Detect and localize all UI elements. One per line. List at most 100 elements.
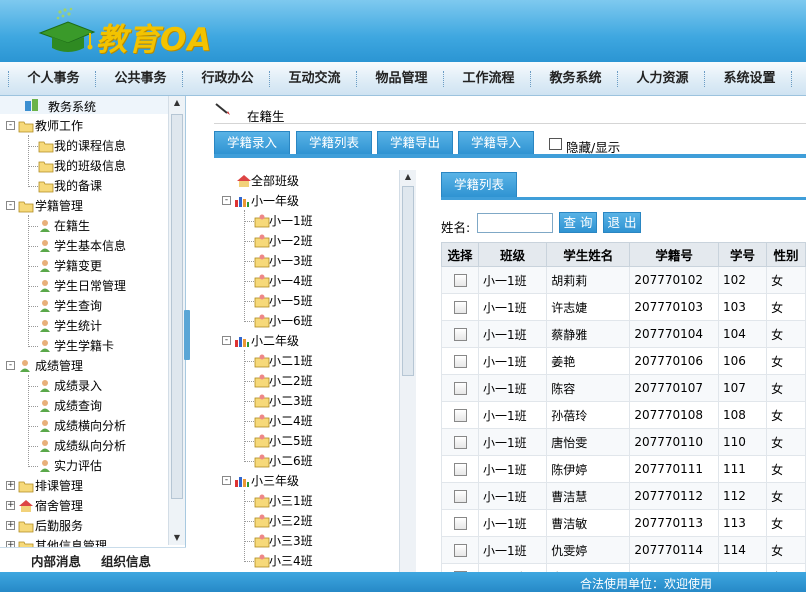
tab-student-import[interactable]: 学籍导入 [458, 131, 534, 155]
organization-info-link[interactable]: 组织信息 [101, 551, 151, 570]
sidebar-root[interactable]: 教务系统 [0, 96, 168, 114]
row-checkbox[interactable] [453, 274, 467, 287]
class-tree-class[interactable]: 小二1班 [269, 352, 313, 370]
row-checkbox[interactable] [453, 490, 467, 503]
sidebar-item[interactable]: 我的班级信息 [54, 157, 126, 175]
class-tree-class[interactable]: 小一5班 [269, 292, 313, 310]
sidebar-item[interactable]: 成绩录入 [54, 377, 102, 395]
class-tree-class[interactable]: 小一6班 [269, 312, 313, 330]
class-tree-class[interactable]: 小一3班 [269, 252, 313, 270]
table-row[interactable]: 小一1班 曹洁慧 207770112 112 女 [441, 482, 806, 510]
table-row[interactable]: 小一1班 胡莉莉 207770102 102 女 [441, 266, 806, 294]
expand-icon[interactable]: + [6, 481, 15, 490]
class-tree-class[interactable]: 小二2班 [269, 372, 313, 390]
nav-item[interactable]: 行政办公 [184, 62, 271, 96]
class-tree-root[interactable]: 全部班级 [251, 172, 299, 190]
class-tree-class[interactable]: 小二3班 [269, 392, 313, 410]
tab-student-list[interactable]: 学籍列表 [296, 131, 372, 155]
search-button[interactable]: 查 询 [559, 212, 597, 233]
row-checkbox[interactable] [453, 409, 467, 422]
nav-item[interactable]: 教务系统 [532, 62, 619, 96]
table-row[interactable]: 小一1班 蔡静雅 207770104 104 女 [441, 320, 806, 348]
sidebar-item[interactable]: 我的课程信息 [54, 137, 126, 155]
name-search-input[interactable] [477, 213, 553, 233]
sidebar-item[interactable]: 学籍变更 [54, 257, 102, 275]
panel-toggle-icon[interactable] [549, 138, 562, 150]
tab-student-export[interactable]: 学籍导出 [377, 131, 453, 155]
sidebar-item[interactable]: 学生基本信息 [54, 237, 126, 255]
class-tree-scrollbar[interactable]: ▲ [399, 170, 416, 572]
row-checkbox[interactable] [453, 517, 467, 530]
collapse-icon[interactable]: - [222, 476, 231, 485]
class-tree-class[interactable]: 小三1班 [269, 492, 313, 510]
sidebar-item[interactable]: 成绩查询 [54, 397, 102, 415]
expand-icon[interactable]: + [6, 521, 15, 530]
student-list-tab[interactable]: 学籍列表 [441, 172, 517, 198]
nav-item[interactable]: 系统设置 [706, 62, 793, 96]
nav-item[interactable]: 工作流程 [445, 62, 532, 96]
table-row[interactable]: 小一1班 陈容 207770107 107 女 [441, 374, 806, 402]
collapse-icon[interactable]: - [222, 336, 231, 345]
table-row[interactable]: 小一1班 仇雯婷 207770114 114 女 [441, 536, 806, 564]
class-tree-class[interactable]: 小二5班 [269, 432, 313, 450]
nav-item[interactable]: 公共事务 [97, 62, 184, 96]
sidebar-item[interactable]: 成绩横向分析 [54, 417, 126, 435]
class-tree-scroll-thumb[interactable] [402, 186, 414, 376]
table-row[interactable]: 小一1班 陈伊婷 207770111 111 女 [441, 455, 806, 483]
sidebar-item[interactable]: 实力评估 [54, 457, 102, 475]
class-tree-class[interactable]: 小三4班 [269, 552, 313, 570]
nav-item[interactable]: 人力资源 [619, 62, 706, 96]
class-tree-grade[interactable]: 小二年级 [251, 332, 299, 350]
nav-item[interactable]: 个人事务 [10, 62, 97, 96]
tab-student-entry[interactable]: 学籍录入 [214, 131, 290, 155]
class-tree-grade[interactable]: 小一年级 [251, 192, 299, 210]
sidebar-group[interactable]: 成绩管理 [35, 357, 83, 375]
collapse-icon[interactable]: - [6, 361, 15, 370]
row-checkbox[interactable] [453, 463, 467, 476]
sidebar-group[interactable]: 排课管理 [35, 477, 83, 495]
hide-show-toggle[interactable]: 隐藏/显示 [566, 137, 620, 156]
table-row[interactable]: 小一1班 孙蓓玲 207770108 108 女 [441, 401, 806, 429]
class-tree-class[interactable]: 小一2班 [269, 232, 313, 250]
expand-icon[interactable]: + [6, 501, 15, 510]
table-row[interactable]: 小一1班 曹洁敏 207770113 113 女 [441, 509, 806, 537]
scroll-up-icon[interactable]: ▲ [402, 170, 414, 184]
sidebar-scrollbar[interactable]: ▲ ▼ [168, 96, 185, 545]
sidebar-item[interactable]: 在籍生 [54, 217, 90, 235]
row-checkbox[interactable] [453, 544, 467, 557]
table-row[interactable]: 小一1班 许志婕 207770103 103 女 [441, 293, 806, 321]
sidebar-scroll-thumb[interactable] [171, 114, 183, 499]
class-tree-class[interactable]: 小一1班 [269, 212, 313, 230]
sidebar-item[interactable]: 我的备课 [54, 177, 102, 195]
row-checkbox[interactable] [453, 382, 467, 395]
sidebar-item[interactable]: 学生查询 [54, 297, 102, 315]
sidebar-item[interactable]: 学生统计 [54, 317, 102, 335]
table-row[interactable]: 小一1班 姜艳 207770106 106 女 [441, 347, 806, 375]
exit-button[interactable]: 退 出 [603, 212, 641, 233]
class-tree-class[interactable]: 小三3班 [269, 532, 313, 550]
sidebar-item[interactable]: 学生学籍卡 [54, 337, 114, 355]
row-checkbox[interactable] [453, 436, 467, 449]
class-tree-grade[interactable]: 小三年级 [251, 472, 299, 490]
sidebar-group[interactable]: 学籍管理 [35, 197, 83, 215]
nav-item[interactable]: 物品管理 [358, 62, 445, 96]
sidebar-item[interactable]: 成绩纵向分析 [54, 437, 126, 455]
sidebar-item[interactable]: 学生日常管理 [54, 277, 126, 295]
scroll-down-icon[interactable]: ▼ [171, 531, 183, 545]
sidebar-group[interactable]: 教师工作 [35, 117, 83, 135]
sidebar-group[interactable]: 宿舍管理 [35, 497, 83, 515]
row-checkbox[interactable] [453, 355, 467, 368]
collapse-icon[interactable]: - [6, 121, 15, 130]
row-checkbox[interactable] [453, 301, 467, 314]
class-tree-class[interactable]: 小二4班 [269, 412, 313, 430]
table-row[interactable]: 小一1班李月207770115115女 [441, 563, 806, 572]
internal-messages-link[interactable]: 内部消息 [31, 551, 81, 570]
sidebar-group[interactable]: 后勤服务 [35, 517, 83, 535]
row-checkbox[interactable] [453, 328, 467, 341]
class-tree-class[interactable]: 小二6班 [269, 452, 313, 470]
class-tree-class[interactable]: 小三2班 [269, 512, 313, 530]
scroll-up-icon[interactable]: ▲ [171, 96, 183, 110]
table-row[interactable]: 小一1班 唐怡雯 207770110 110 女 [441, 428, 806, 456]
collapse-icon[interactable]: - [6, 201, 15, 210]
class-tree-class[interactable]: 小一4班 [269, 272, 313, 290]
